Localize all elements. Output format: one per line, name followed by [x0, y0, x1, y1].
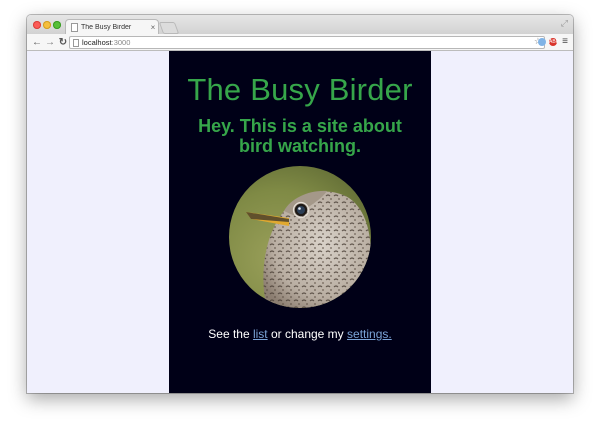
bird-photo: [229, 166, 371, 308]
footer-prefix: See the: [208, 327, 253, 341]
maximize-window-button[interactable]: [53, 21, 61, 29]
new-tab-button[interactable]: [158, 22, 180, 34]
browser-window: The Busy Birder × ⤢ ← → ↻ localhost:3000…: [27, 15, 573, 393]
footer-middle: or change my: [267, 327, 348, 341]
tab-title: The Busy Birder: [81, 24, 132, 31]
adblock-icon[interactable]: ABP: [549, 38, 559, 46]
tab-close-icon[interactable]: ×: [148, 23, 158, 32]
address-bar[interactable]: localhost:3000 ☆: [69, 36, 545, 49]
extension-icons: ABP: [538, 38, 559, 46]
browser-toolbar: ← → ↻ localhost:3000 ☆ ABP ≡: [27, 34, 573, 51]
menu-icon[interactable]: ≡: [562, 36, 568, 47]
url-port: :3000: [111, 38, 131, 47]
browser-tab[interactable]: The Busy Birder ×: [65, 19, 159, 35]
page-content: The Busy Birder Hey. This is a site abou…: [169, 51, 431, 393]
url-host: localhost: [82, 38, 112, 47]
extension-icon[interactable]: [538, 38, 546, 46]
minimize-window-button[interactable]: [43, 21, 51, 29]
close-window-button[interactable]: [33, 21, 41, 29]
site-tagline: Hey. This is a site about bird watching.: [198, 116, 402, 156]
page-icon: [73, 38, 79, 47]
list-link[interactable]: list: [253, 327, 268, 341]
forward-arrow-icon[interactable]: →: [45, 37, 55, 48]
settings-link[interactable]: settings.: [347, 327, 392, 341]
page-icon: [71, 23, 78, 32]
site-title: The Busy Birder: [187, 72, 413, 107]
page-viewport: The Busy Birder Hey. This is a site abou…: [27, 51, 573, 393]
footer-text: See the list or change my settings.: [169, 327, 431, 341]
title-bar: The Busy Birder × ⤢: [27, 15, 573, 35]
reload-icon[interactable]: ↻: [58, 37, 68, 48]
back-arrow-icon[interactable]: ←: [32, 37, 42, 48]
fullscreen-icon[interactable]: ⤢: [561, 18, 568, 29]
